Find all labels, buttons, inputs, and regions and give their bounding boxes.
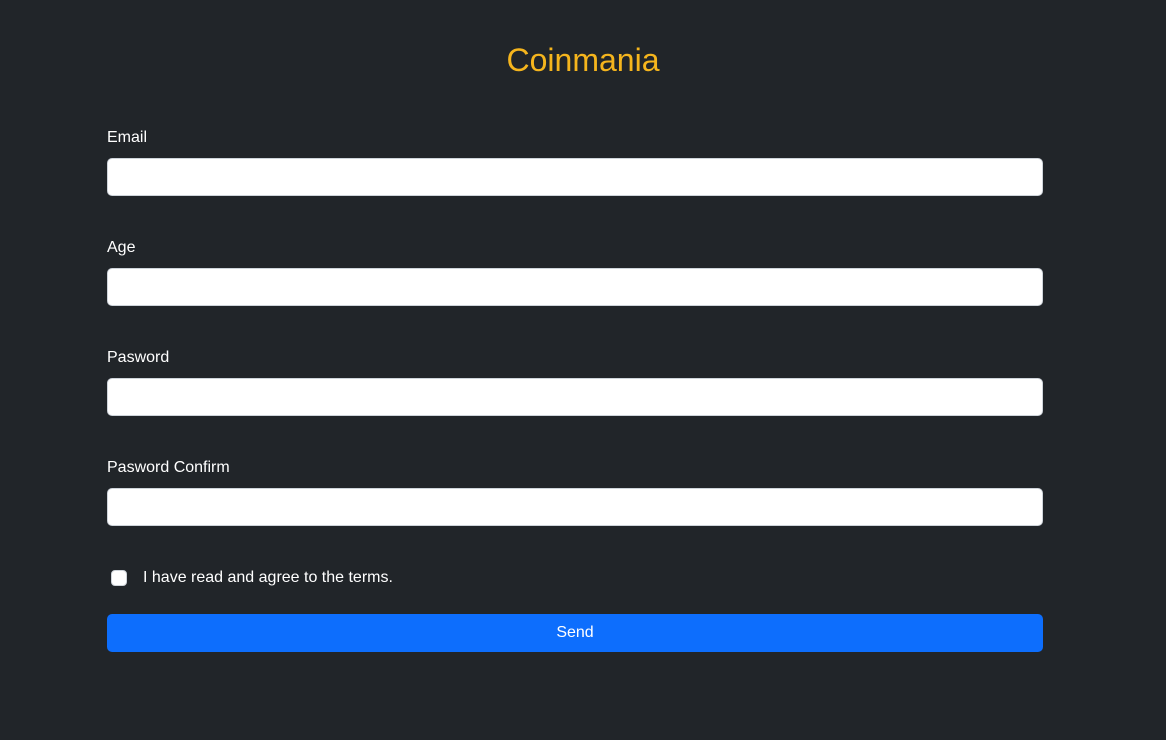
email-field-group: Email	[107, 128, 1043, 196]
email-label: Email	[107, 129, 148, 146]
password-field-group: Pasword	[107, 348, 1043, 416]
password-label: Pasword	[107, 349, 170, 366]
age-label: Age	[107, 239, 136, 256]
terms-row: I have read and agree to the terms.	[111, 569, 393, 587]
password-confirm-field-group: Pasword Confirm	[107, 458, 1043, 526]
password-confirm-input[interactable]	[107, 488, 1043, 526]
send-button[interactable]: Send	[107, 614, 1043, 652]
age-input[interactable]	[107, 268, 1043, 306]
email-input[interactable]	[107, 158, 1043, 196]
age-field-group: Age	[107, 238, 1043, 306]
terms-label: I have read and agree to the terms.	[143, 569, 393, 586]
terms-checkbox[interactable]	[111, 570, 127, 586]
page-title: Coinmania	[506, 42, 660, 78]
password-confirm-label: Pasword Confirm	[107, 459, 230, 476]
password-input[interactable]	[107, 378, 1043, 416]
registration-page: Coinmania Email Age Pasword Pasword Conf…	[0, 0, 1166, 740]
